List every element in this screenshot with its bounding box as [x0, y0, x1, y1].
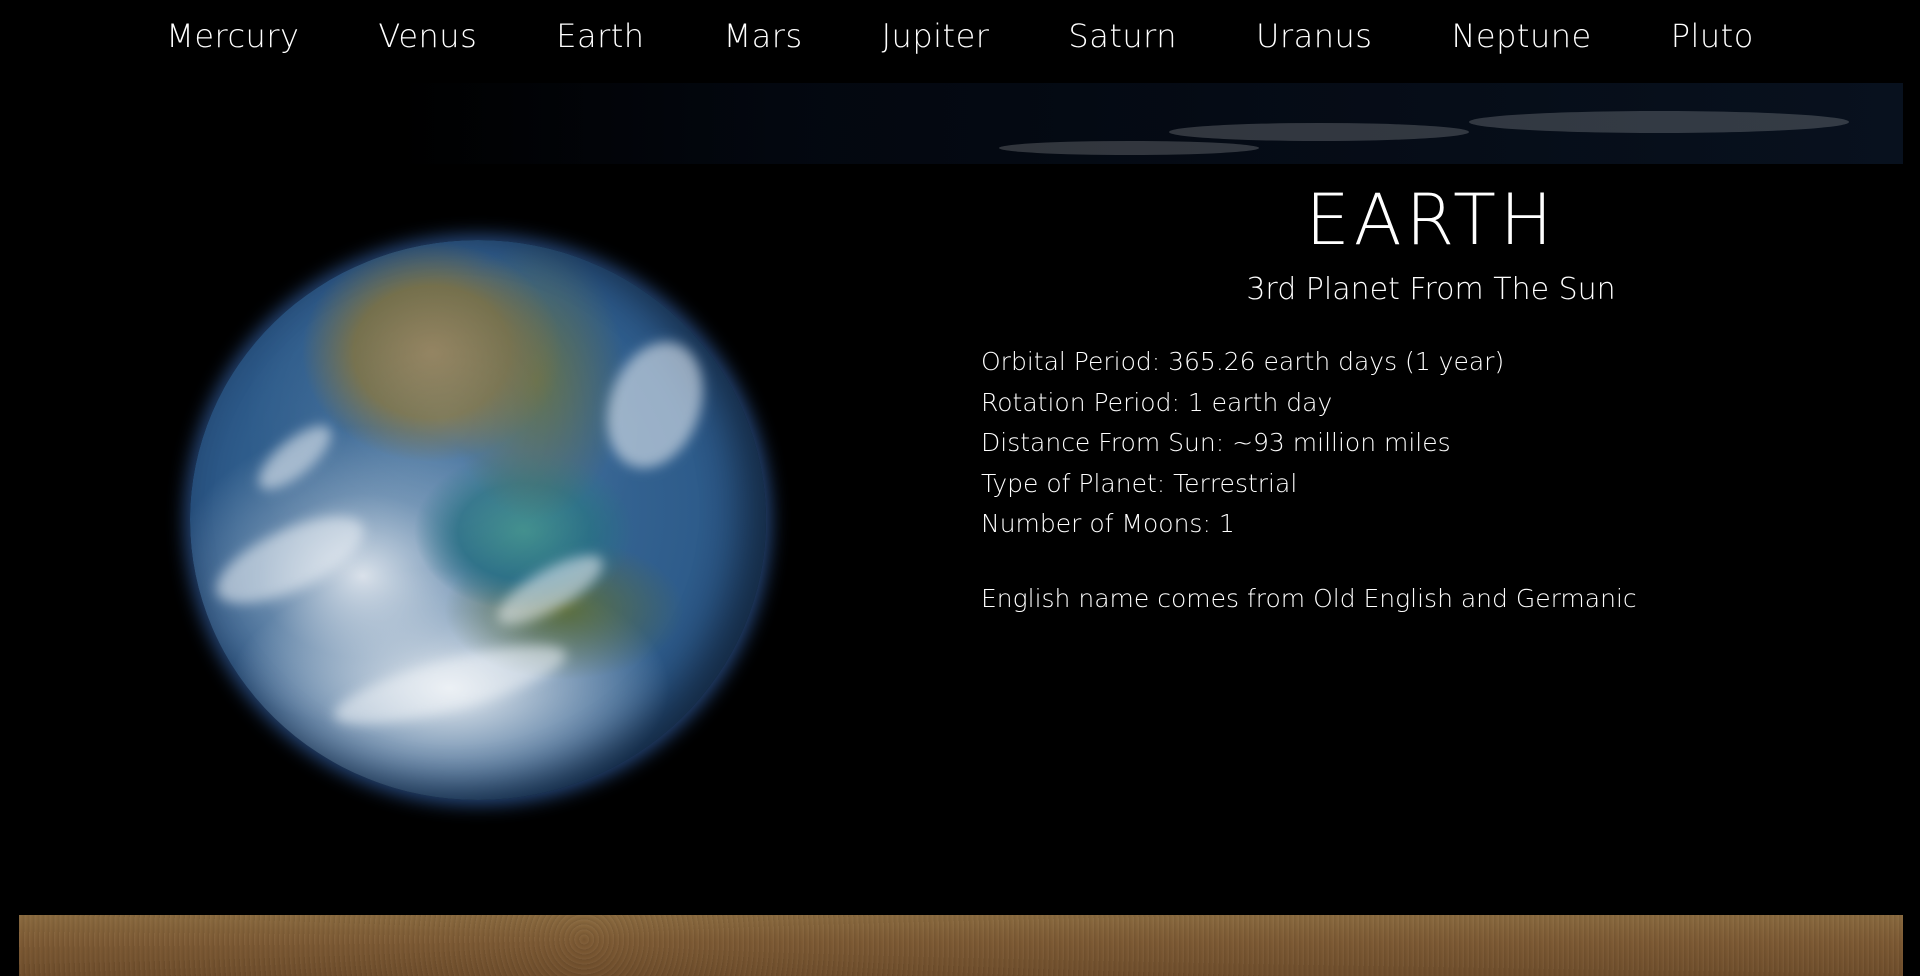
nav-item-mercury[interactable]: Mercury: [166, 17, 299, 55]
nav-item-saturn[interactable]: Saturn: [1068, 17, 1177, 55]
nav-item-pluto[interactable]: Pluto: [1671, 17, 1754, 55]
planet-subtitle: 3rd Planet From The Sun: [1246, 272, 1616, 307]
planet-name-origin: English name comes from Old English and …: [981, 584, 1637, 613]
nav-item-uranus[interactable]: Uranus: [1256, 17, 1372, 55]
planet-surface-image: [19, 915, 1903, 976]
planet-nav: Mercury Venus Earth Mars Jupiter Saturn …: [0, 0, 1920, 72]
nav-item-earth[interactable]: Earth: [556, 17, 644, 55]
earth-horizon-image: [19, 83, 1903, 164]
fact-number-of-moons: Number of Moons: 1: [981, 509, 1235, 538]
nav-item-venus[interactable]: Venus: [378, 17, 477, 55]
nav-item-neptune[interactable]: Neptune: [1451, 17, 1591, 55]
fact-rotation-period: Rotation Period: 1 earth day: [981, 387, 1333, 417]
earth-globe-image: [190, 240, 766, 800]
planet-facts-list: Orbital Period: 365.26 earth days (1 yea…: [981, 342, 1504, 545]
fact-orbital-period: Orbital Period: 365.26 earth days (1 yea…: [981, 347, 1505, 376]
nav-item-jupiter[interactable]: Jupiter: [882, 17, 990, 55]
nav-item-mars[interactable]: Mars: [724, 17, 803, 55]
fact-planet-type: Type of Planet: Terrestrial: [981, 468, 1298, 498]
fact-distance-from-sun: Distance From Sun: ~93 million miles: [981, 428, 1451, 457]
planet-title: EARTH: [1305, 179, 1557, 261]
